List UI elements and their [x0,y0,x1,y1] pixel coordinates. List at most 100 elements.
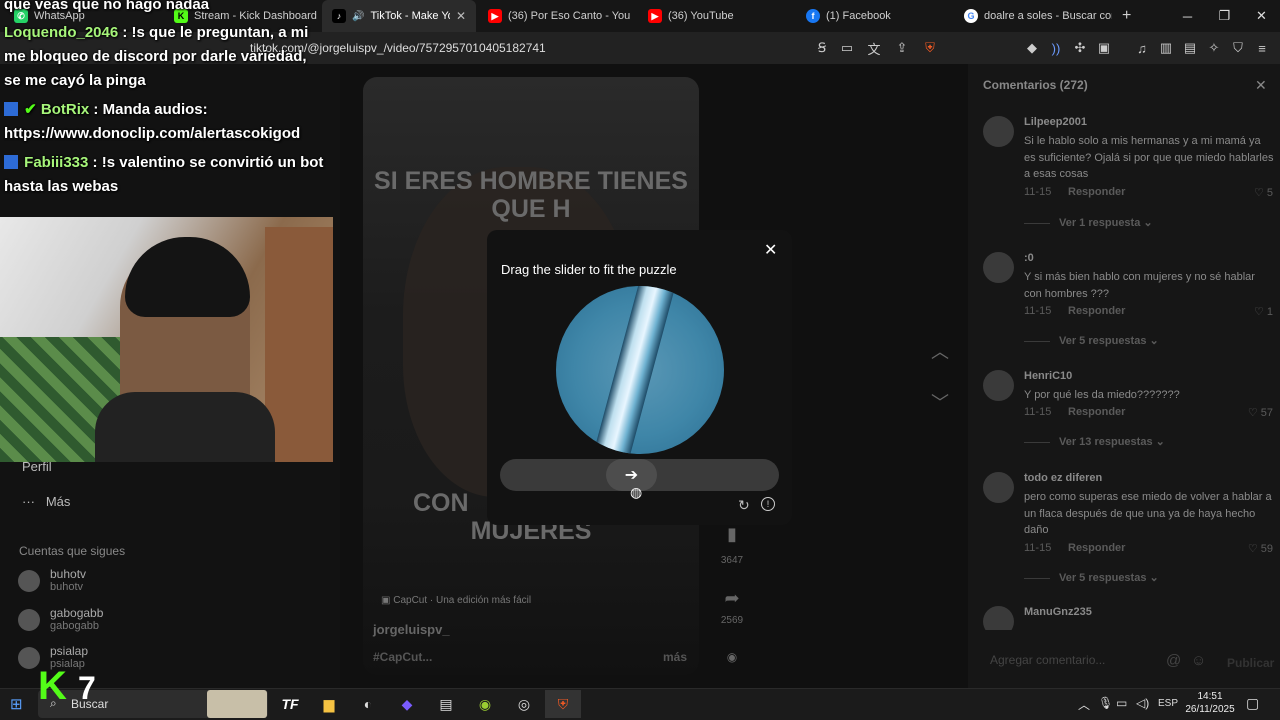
chat-user: Fabiii333 [24,154,89,171]
avatar[interactable] [983,116,1014,147]
like-button[interactable]: ♡ 1 [1254,305,1273,318]
close-comments-icon[interactable]: ✕ [1255,77,1267,94]
following-name: gabogabb [50,606,104,620]
notifications-icon[interactable]: ▢ [1246,695,1259,712]
windows-start-icon[interactable]: ⊞ [10,695,28,713]
comment-user[interactable]: todo ez diferen [1024,472,1102,484]
language-indicator[interactable]: ESP [1158,698,1178,709]
share-icon[interactable]: ⇪ [894,40,910,56]
sidebar-icon[interactable]: ▥ [1158,40,1174,56]
view-replies-button[interactable]: Ver 1 respuesta ⌄ [1059,216,1153,229]
tab-youtube[interactable]: ▶ (36) YouTube [638,0,796,32]
reply-button[interactable]: Responder [1068,542,1125,554]
divider [1024,578,1050,579]
nav-more[interactable]: ··· Más [22,494,70,509]
close-tab-icon[interactable]: ✕ [456,9,466,23]
view-replies-button[interactable]: Ver 5 respuestas ⌄ [1059,334,1159,347]
reply-button[interactable]: Responder [1068,305,1125,317]
avatar[interactable] [983,472,1014,503]
tab-tiktok[interactable]: ♪ 🔊 TikTok - Make Your Day ✕ [322,0,476,32]
comment-user[interactable]: HenriC10 [1024,370,1072,382]
taskbar-app-tf-icon[interactable]: TF [272,690,308,718]
volume-icon[interactable]: ◁) [1136,696,1149,710]
audio-icon: 🔊 [352,10,365,22]
taskbar-app-round-icon[interactable]: ◐ [350,690,386,718]
video-hashtag[interactable]: #CapCut... [373,650,432,664]
maximize-icon[interactable]: ❐ [1206,0,1243,32]
brave-shield-icon[interactable]: ⛨ [922,40,938,56]
share-arrow-icon: ➦ [724,588,740,608]
next-video-button[interactable]: ﹀ [925,387,955,417]
emoji-icon[interactable]: ☺ [1191,652,1206,669]
extensions-puzzle-icon[interactable]: ✣ [1072,40,1088,56]
translate-off-icon[interactable]: Ꞩ [814,40,830,56]
mention-icon[interactable]: @ [1166,652,1181,669]
view-replies-label: Ver 1 respuesta [1059,217,1141,229]
wallet-icon[interactable]: ▤ [1182,40,1198,56]
info-icon[interactable]: ! [761,497,775,511]
translate-icon[interactable]: 文 [866,40,882,57]
leo-ai-icon[interactable]: ✧ [1206,40,1222,56]
comment-item: Lilpeep2001 Si le hablo solo a mis herma… [983,116,1273,236]
capcut-label[interactable]: ▣ CapCut · Una edición más fácil [381,595,531,606]
reply-button[interactable]: Responder [1068,186,1125,198]
extension-diamond-icon[interactable]: ◆ [1024,40,1040,56]
share-button[interactable]: ➦ 2569 [716,588,748,626]
youtube-icon: ▶ [648,9,662,23]
obs-icon[interactable]: ◎ [506,690,542,718]
close-window-icon[interactable]: ✕ [1243,0,1280,32]
refresh-icon[interactable]: ↻ [738,497,750,514]
reply-button[interactable]: Responder [1068,406,1125,418]
video-more-link[interactable]: más [663,650,687,664]
comment-user[interactable]: :0 [1024,252,1034,264]
new-tab-button[interactable]: + [1112,0,1142,32]
taskbar-app-diamond-icon[interactable]: ◆ [389,690,425,718]
view-replies-button[interactable]: Ver 13 respuestas ⌄ [1059,435,1165,448]
tab-label: (1) Facebook [826,10,891,22]
close-icon[interactable]: ✕ [764,240,777,260]
brave-browser-icon[interactable]: ⛨ [545,690,581,718]
like-button[interactable]: ♡ 59 [1248,542,1273,555]
chevron-up-icon[interactable]: ︿ [1078,696,1090,713]
view-replies-label: Ver 5 respuestas [1059,572,1147,584]
avatar[interactable] [983,606,1014,630]
taskbar-clock[interactable]: 14:51 26/11/2025 [1180,690,1240,716]
taskbar-app-window-icon[interactable]: ▤ [428,690,464,718]
save-button[interactable]: ▮ 3647 [716,524,748,566]
previous-video-button[interactable]: ︿ [925,336,955,366]
publish-button[interactable]: Publicar [1227,656,1274,670]
kick-logo-icon: K [38,664,67,708]
following-handle: gabogabb [50,620,99,632]
avatar[interactable] [983,370,1014,401]
tab-google-search[interactable]: G doalre a soles - Buscar con G [954,0,1112,32]
microphone-icon[interactable]: 🎙 [1098,696,1113,710]
following-item[interactable]: gabogabb gabogabb [18,607,103,633]
extension-wave-icon[interactable]: )) [1048,40,1064,56]
cast-icon[interactable]: ▭ [839,40,855,56]
like-button[interactable]: ♡ 5 [1254,186,1273,199]
menu-icon[interactable]: ≡ [1254,40,1270,56]
taskbar-app-globe-icon[interactable]: ◉ [467,690,503,718]
comment-text: pero como superas ese miedo de volver a … [1024,491,1272,536]
tab-youtube-por-eso-canto[interactable]: ▶ (36) Por Eso Canto - You [478,0,636,32]
sound-avatar[interactable]: ◉ [716,650,748,664]
media-icon[interactable]: ♫ [1134,40,1150,56]
extension-box-icon[interactable]: ▣ [1096,40,1112,56]
cursor-icon: ◍ [630,484,643,500]
minimize-icon[interactable]: ─ [1169,0,1206,32]
following-item[interactable]: buhotv buhotv [18,568,86,594]
more-dots-icon: ··· [22,494,35,509]
like-button[interactable]: ♡ 57 [1248,406,1273,419]
vpn-icon[interactable]: ⛉ [1230,40,1246,56]
video-author[interactable]: jorgeluispv_ [373,622,450,637]
tab-facebook[interactable]: f (1) Facebook [796,0,954,32]
like-count: 59 [1260,543,1273,555]
comment-user[interactable]: ManuGnz235 [1024,606,1092,618]
file-explorer-icon[interactable]: ▆ [311,690,347,718]
google-icon: G [964,9,978,23]
add-comment-input[interactable]: Agregar comentario... [990,653,1105,667]
avatar[interactable] [983,252,1014,283]
view-replies-button[interactable]: Ver 5 respuestas ⌄ [1059,571,1159,584]
comment-user[interactable]: Lilpeep2001 [1024,116,1087,128]
network-icon[interactable]: ▭ [1116,696,1127,710]
